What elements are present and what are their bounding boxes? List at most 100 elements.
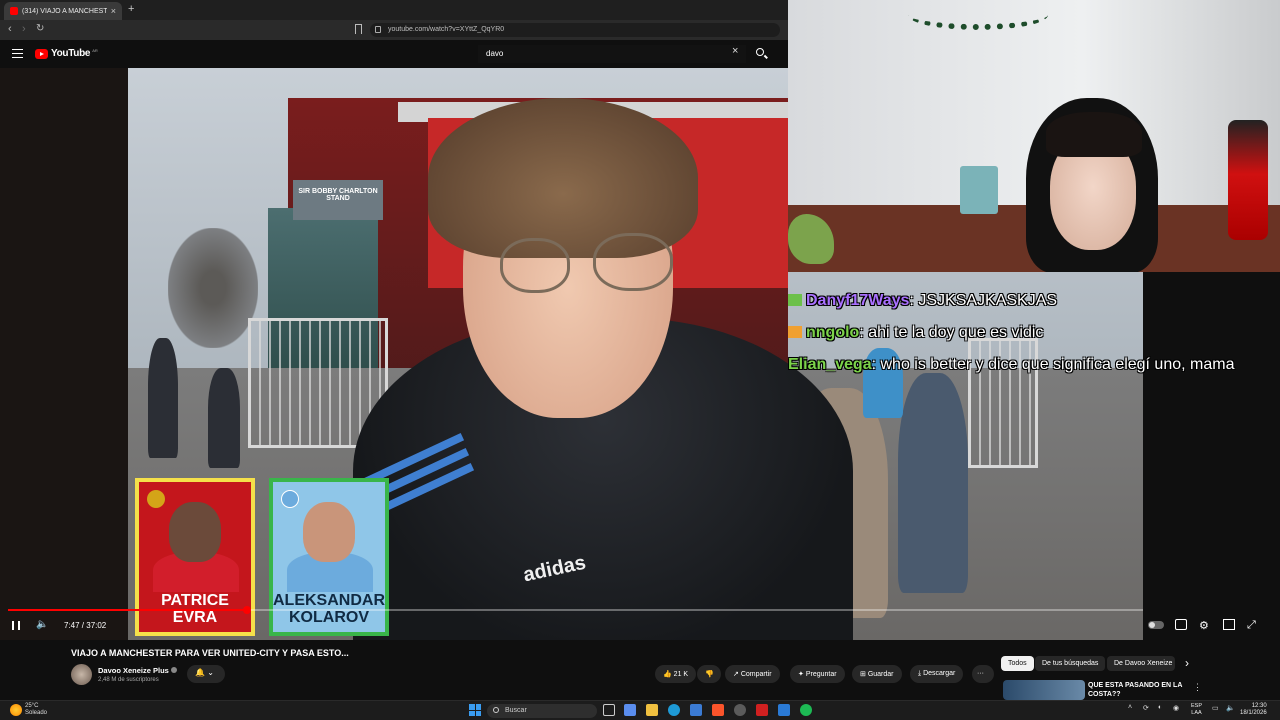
reload-icon[interactable]: ↻ (36, 23, 44, 34)
browser-tabbar: (314) VIAJO A MANCHESTER × + (0, 0, 788, 20)
dislike-button[interactable]: 👎 (697, 665, 721, 683)
chat-username: Elian_vega (788, 356, 872, 373)
stadium-sign: SIR BOBBY CHARLTON STAND (293, 180, 383, 220)
recommended-thumbnail[interactable] (1003, 680, 1085, 700)
tab-close-icon[interactable]: × (111, 6, 116, 16)
tab-title: (314) VIAJO A MANCHESTER (22, 7, 107, 15)
bookmark-icon[interactable] (355, 24, 362, 34)
chat-username: nngolo (806, 324, 860, 341)
recommended-title[interactable]: QUE ESTA PASANDO EN LA COSTA?? (1088, 681, 1188, 699)
video-host-hair (428, 98, 698, 258)
country-code: AR (92, 48, 98, 53)
spotify-icon[interactable] (800, 704, 812, 716)
search-clear-icon[interactable]: × (732, 45, 738, 57)
tray-overflow-icon[interactable]: ˄ (1128, 704, 1132, 711)
input-language[interactable]: ESP LAA (1191, 703, 1202, 717)
ask-button[interactable]: ✦ Preguntar (790, 665, 845, 683)
file-explorer-icon[interactable] (646, 704, 658, 716)
share-icon: ↗ (733, 671, 739, 678)
tray-app-icon[interactable]: ⟳ (1143, 704, 1149, 712)
task-view-icon[interactable] (603, 704, 615, 716)
fullscreen-icon[interactable]: ⤢ (1247, 619, 1259, 631)
taskbar-search[interactable]: Buscar (487, 704, 597, 718)
share-button[interactable]: ↗ Compartir (725, 665, 780, 683)
autoplay-toggle[interactable] (1148, 621, 1164, 629)
webcam-shelf-item (960, 166, 998, 214)
player-card-kolarov: ALEKSANDAR KOLAROV (269, 478, 389, 636)
progress-fill (8, 609, 248, 611)
app-icon[interactable] (778, 704, 790, 716)
thumbs-down-icon: 👎 (705, 671, 714, 678)
recommended-menu-icon[interactable]: ⋮ (1193, 682, 1202, 693)
volume-icon[interactable]: 🔈 (36, 619, 48, 630)
network-icon[interactable]: ▭ (1212, 704, 1219, 712)
search-icon (756, 48, 764, 56)
chip-from-channel[interactable]: De Davoo Xeneize (1107, 656, 1175, 671)
search-icon (493, 707, 499, 713)
more-actions-button[interactable]: ··· (972, 665, 994, 683)
subscriber-count: 2,48 M de suscriptores (98, 677, 159, 683)
address-bar: ‹ › ↻ youtube.com/watch?v=XYttZ_QqYR0 (0, 20, 788, 40)
video-info: VIAJO A MANCHESTER PARA VER UNITED-CITY … (0, 640, 1280, 700)
chip-from-searches[interactable]: De tus búsquedas (1035, 656, 1106, 671)
video-title: VIAJO A MANCHESTER PARA VER UNITED-CITY … (71, 648, 349, 658)
chat-username: Danyf17Ways (806, 292, 910, 309)
progress-bar[interactable] (8, 606, 1143, 614)
search-button[interactable] (748, 44, 774, 64)
chip-todos[interactable]: Todos (1001, 656, 1034, 671)
start-menu-icon[interactable] (469, 704, 481, 716)
save-button[interactable]: ⊞ Guardar (852, 665, 902, 683)
time-display: 7:47 / 37:02 (64, 621, 107, 630)
new-tab-button[interactable]: + (128, 3, 134, 15)
pause-button[interactable] (12, 621, 20, 630)
store-icon[interactable] (690, 704, 702, 716)
thumbs-up-icon: 👍 (663, 671, 672, 678)
tray-app-icon[interactable]: ◐ (1158, 704, 1162, 711)
man-city-crest-icon (281, 490, 299, 508)
app-icon[interactable] (756, 704, 768, 716)
theater-mode-icon[interactable] (1223, 619, 1235, 630)
channel-avatar[interactable] (71, 664, 92, 685)
menu-icon[interactable] (12, 49, 23, 58)
chevron-right-icon[interactable]: › (1185, 656, 1189, 670)
weather-sun-icon[interactable] (10, 704, 22, 716)
tray-app-icon[interactable]: ◉ (1173, 704, 1179, 712)
brave-browser-icon[interactable] (712, 704, 724, 716)
chat-message: nngolo: ahi te la doy que es vidic (788, 324, 1280, 342)
notifications-bell-button[interactable]: 🔔 ⌄ (187, 665, 225, 683)
bell-icon: 🔔 (195, 668, 205, 677)
screen: { "browser": { "tab_title": "(314) VIAJO… (0, 0, 1280, 720)
volume-tray-icon[interactable]: 🔈 (1226, 704, 1235, 712)
chat-text: JSJKSAJKASKJAS (918, 292, 1058, 309)
subtitles-icon[interactable] (1175, 619, 1187, 630)
video-host-glasses (593, 233, 673, 291)
search-input[interactable]: davo (478, 45, 746, 63)
chat-badge-icon (788, 294, 802, 306)
video-bystander (208, 368, 240, 468)
chat-message: Elian_vega: who is better y dice que sig… (788, 356, 1235, 373)
youtube-logo-text: YouTube (51, 48, 91, 59)
player-card-evra: PATRICE EVRA (135, 478, 255, 636)
forward-icon[interactable]: › (22, 23, 26, 35)
channel-name[interactable]: Davoo Xeneize Plus (98, 666, 177, 675)
video-tree (168, 228, 258, 348)
video-bystander (898, 373, 968, 593)
system-clock[interactable]: 12:30 18/1/2026 (1240, 703, 1267, 717)
browser-tab[interactable]: (314) VIAJO A MANCHESTER × (4, 2, 122, 20)
chat-badge-icon (788, 326, 802, 338)
like-button[interactable]: 👍 21 K (655, 665, 697, 683)
app-icon[interactable] (734, 704, 746, 716)
streamer-webcam (788, 0, 1280, 272)
widgets-icon[interactable] (624, 704, 636, 716)
weather-widget[interactable]: 25°C Soleado (25, 703, 47, 717)
youtube-logo[interactable]: YouTube AR (35, 48, 98, 59)
url-field[interactable]: youtube.com/watch?v=XYttZ_QqYR0 (370, 23, 780, 37)
edge-browser-icon[interactable] (668, 704, 680, 716)
youtube-play-icon (35, 48, 48, 59)
man-united-crest-icon (147, 490, 165, 508)
webcam-streamer-hair (1046, 112, 1142, 157)
player-photo (303, 502, 355, 562)
download-button[interactable]: ⤓ Descargar (910, 665, 964, 683)
settings-gear-icon[interactable]: ⚙ (1199, 619, 1211, 632)
back-icon[interactable]: ‹ (8, 23, 12, 35)
